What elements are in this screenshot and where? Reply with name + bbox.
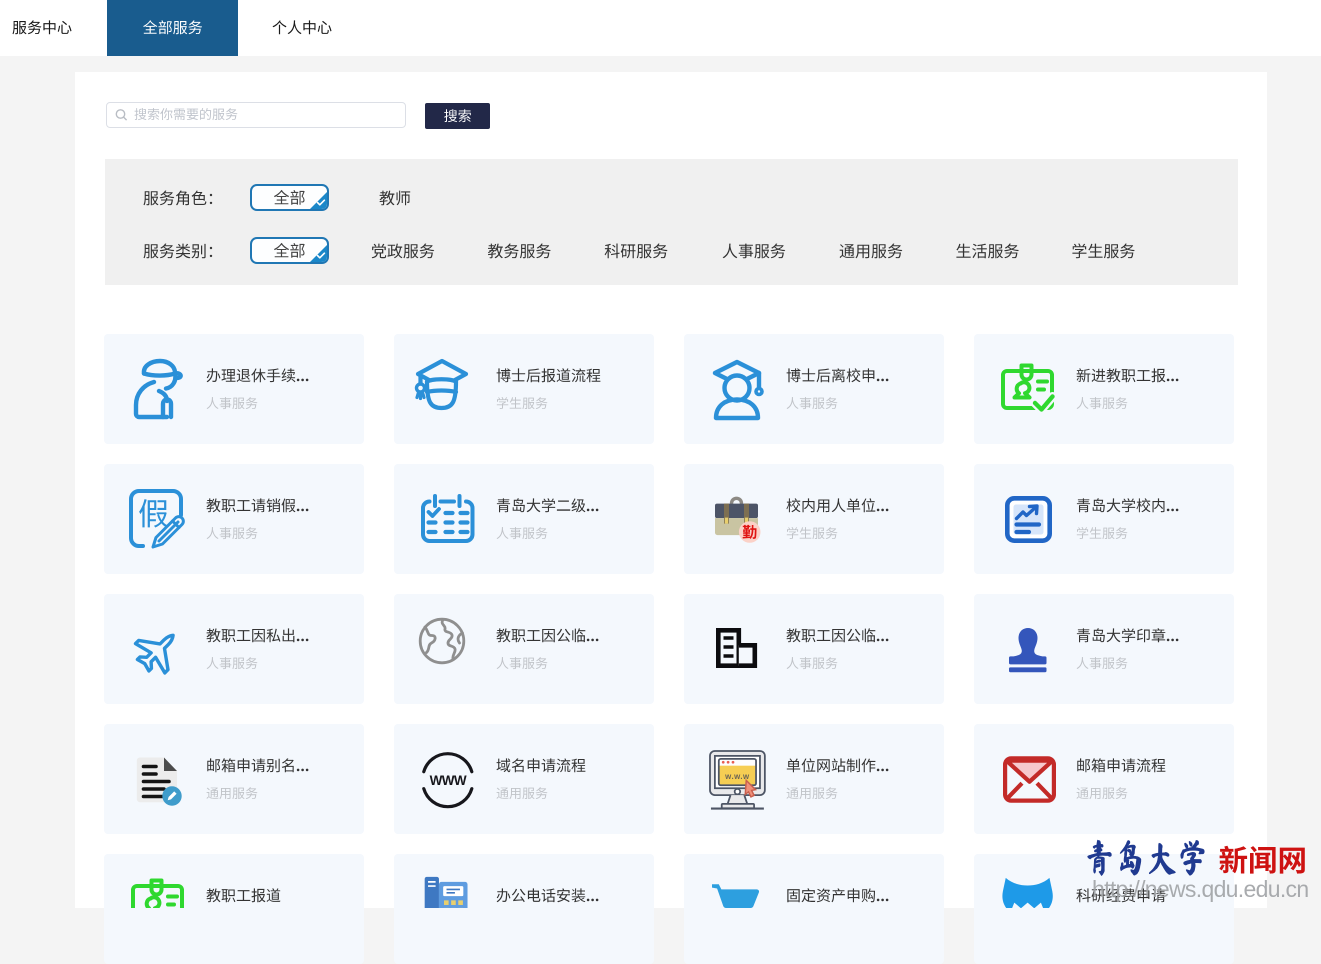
svg-text:http://news.qdu.edu.cn: http://news.qdu.edu.cn xyxy=(1092,876,1308,902)
svg-text:w.w.w: w.w.w xyxy=(724,772,750,781)
svg-text:WWW: WWW xyxy=(430,773,467,788)
